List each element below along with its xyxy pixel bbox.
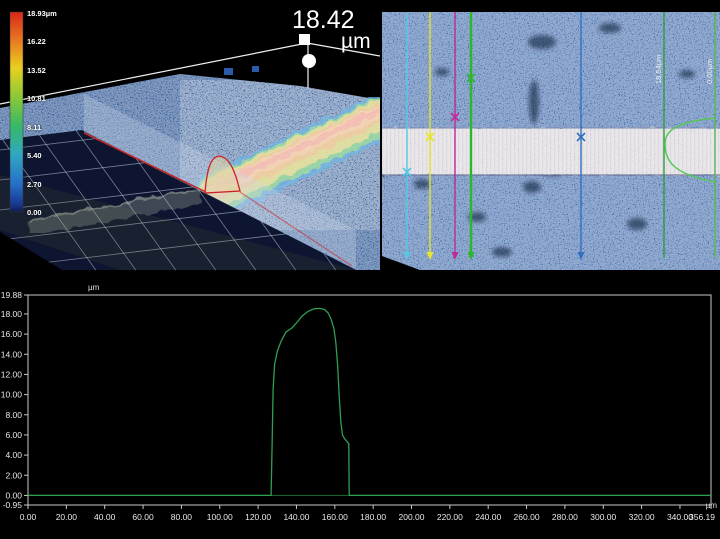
3d-surface-render — [0, 0, 380, 270]
svg-text:60.00: 60.00 — [132, 512, 154, 522]
svg-text:140.00: 140.00 — [283, 512, 309, 522]
svg-text:8.00: 8.00 — [5, 410, 22, 420]
color-scale-label: 0.00 — [27, 208, 42, 217]
color-scale-label: 18.93µm — [27, 9, 57, 18]
color-scale-bar — [10, 12, 23, 212]
height-readout-unit: µm — [341, 30, 371, 54]
marker-square[interactable] — [299, 34, 310, 45]
svg-text:240.00: 240.00 — [475, 512, 501, 522]
svg-text:6.00: 6.00 — [5, 430, 22, 440]
svg-text:260.00: 260.00 — [514, 512, 540, 522]
svg-text:80.00: 80.00 — [171, 512, 193, 522]
microscope-image: 18.54µm 0.00µm — [382, 12, 720, 270]
line-height-label: 0.00µm — [705, 59, 714, 84]
metrology-app-window: 18.93µm 16.22 13.52 10.81 8.11 5.40 2.70 0.00 1… — [0, 0, 720, 539]
color-scale-label: 5.40 — [27, 151, 42, 160]
svg-text:200.00: 200.00 — [399, 512, 425, 522]
y-axis-ticks: 19.88 18.00 16.00 14.00 12.00 10.00 8.00 6.00 4.… — [1, 290, 28, 510]
profile-chart: µm µm 19.88 18.00 16.00 14.00 12.00 10.00 8.00… — [0, 270, 720, 539]
svg-text:0.00: 0.00 — [5, 490, 22, 500]
color-scale-label: 2.70 — [27, 180, 42, 189]
color-scale-label: 8.11 — [27, 123, 41, 132]
plot-frame — [28, 295, 711, 505]
svg-text:300.00: 300.00 — [590, 512, 616, 522]
svg-text:20.00: 20.00 — [56, 512, 78, 522]
svg-text:4.00: 4.00 — [5, 450, 22, 460]
line-height-label: 18.54µm — [654, 55, 663, 84]
panel-microscope-image[interactable]: 18.54µm 0.00µm — [382, 12, 720, 270]
svg-text:12.00: 12.00 — [1, 369, 23, 379]
profile-series — [28, 308, 711, 495]
svg-text:10.00: 10.00 — [1, 390, 23, 400]
svg-text:220.00: 220.00 — [437, 512, 463, 522]
svg-text:19.88: 19.88 — [1, 290, 23, 300]
svg-text:40.00: 40.00 — [94, 512, 116, 522]
marker-circle[interactable] — [302, 54, 316, 68]
y-axis-unit: µm — [88, 283, 100, 292]
panel-profile-chart[interactable]: µm µm 19.88 18.00 16.00 14.00 12.00 10.00 8.00… — [0, 270, 720, 539]
color-scale-label: 10.81 — [27, 94, 46, 103]
x-axis-unit: µm — [706, 501, 718, 510]
svg-text:320.00: 320.00 — [629, 512, 655, 522]
svg-text:100.00: 100.00 — [207, 512, 233, 522]
x-axis-ticks: 0.00 20.00 40.00 60.00 80.00 100.00 120.00 140.… — [20, 505, 716, 522]
svg-text:280.00: 280.00 — [552, 512, 578, 522]
svg-text:356.19: 356.19 — [689, 512, 715, 522]
svg-text:0.00: 0.00 — [20, 512, 37, 522]
panel-3d-view[interactable]: 18.93µm16.2213.5210.818.115.402.700.00 1… — [0, 0, 380, 270]
svg-text:120.00: 120.00 — [245, 512, 271, 522]
svg-text:18.00: 18.00 — [1, 309, 23, 319]
color-scale-label: 16.22 — [27, 37, 46, 46]
color-scale-label: 13.52 — [27, 66, 46, 75]
svg-text:160.00: 160.00 — [322, 512, 348, 522]
svg-text:14.00: 14.00 — [1, 349, 23, 359]
svg-text:180.00: 180.00 — [360, 512, 386, 522]
profile-curve — [28, 308, 711, 495]
svg-text:16.00: 16.00 — [1, 329, 23, 339]
svg-text:-0.95: -0.95 — [3, 500, 23, 510]
svg-text:2.00: 2.00 — [5, 470, 22, 480]
